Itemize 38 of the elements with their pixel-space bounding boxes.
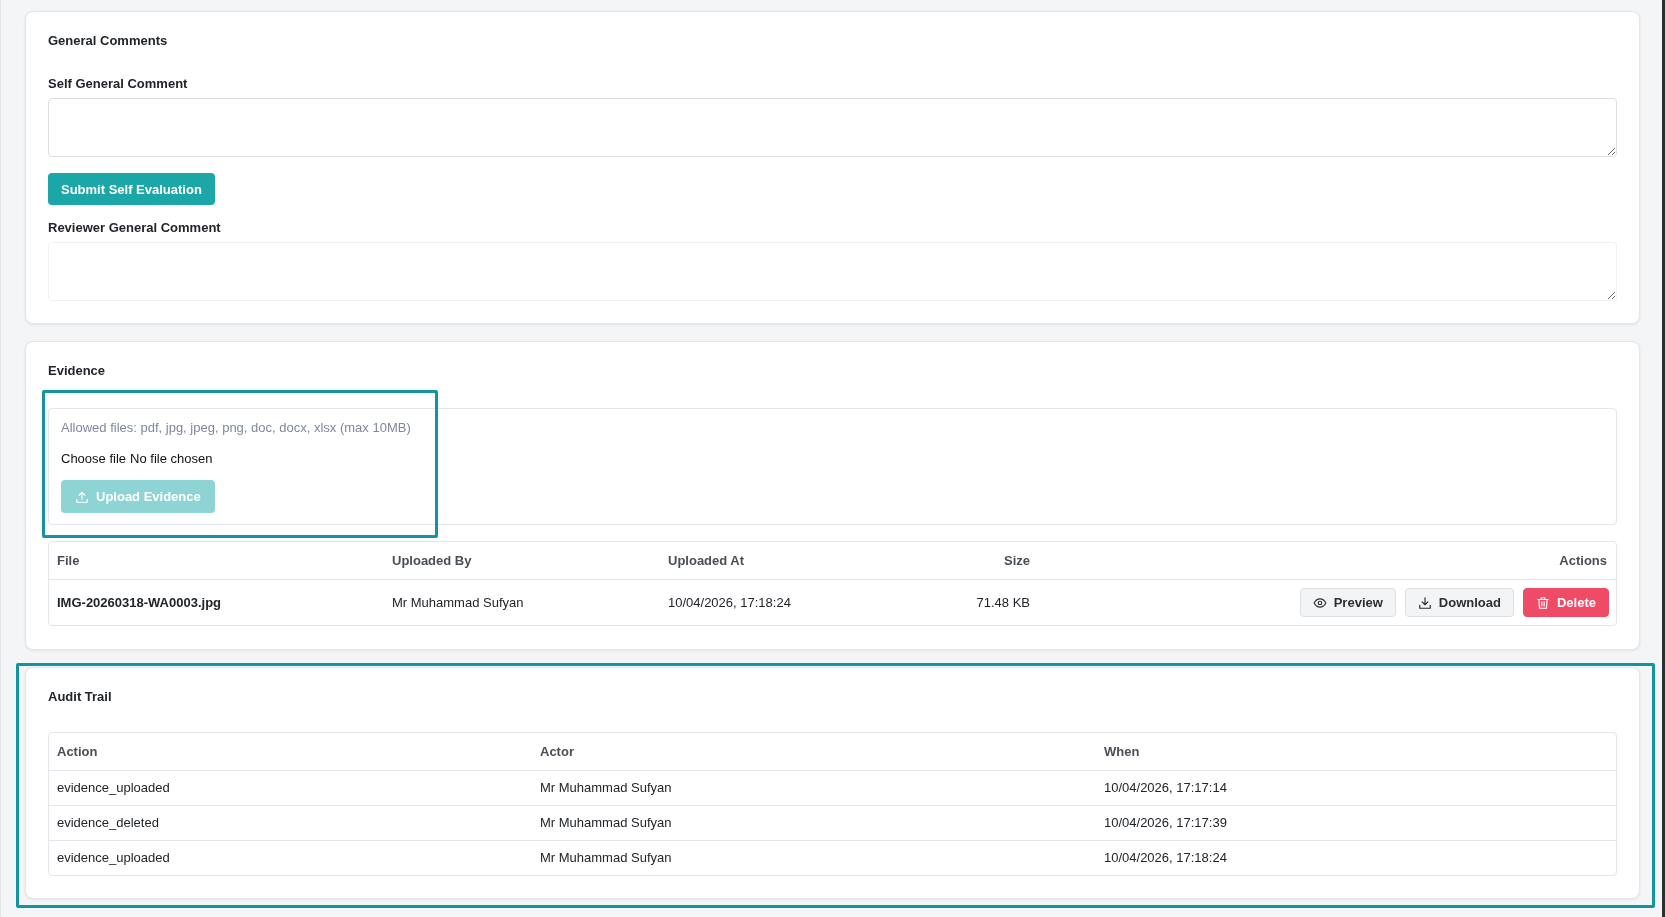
section-title: Audit Trail xyxy=(48,689,113,705)
preview-button[interactable]: Preview xyxy=(1299,588,1396,617)
table-cell-text: evidence_uploaded xyxy=(56,850,171,866)
table-cell-text: Mr Muhammad Sufyan xyxy=(539,780,673,796)
field-label: Self General Comment xyxy=(48,76,189,92)
table-cell-text: Mr Muhammad Sufyan xyxy=(539,850,673,866)
comment-field[interactable] xyxy=(48,98,1617,157)
column-header: When xyxy=(1103,743,1141,760)
file-status-text: No file chosen xyxy=(130,451,213,467)
column-header: Uploaded By xyxy=(391,552,473,569)
column-header: Action xyxy=(56,743,99,760)
section-title: Evidence xyxy=(48,363,107,379)
column-header: Actions xyxy=(1558,552,1608,569)
table-cell-text: evidence_deleted xyxy=(56,815,160,831)
table-cell-text: 10/04/2026, 17:18:24 xyxy=(1103,850,1228,866)
choose-file-button[interactable]: Choose file xyxy=(61,451,127,467)
download-icon xyxy=(1417,595,1432,610)
table-cell-text: 10/04/2026, 17:17:39 xyxy=(1103,815,1228,831)
trash-icon xyxy=(1535,595,1550,610)
comment-field[interactable] xyxy=(48,242,1617,301)
table-cell-text: evidence_uploaded xyxy=(56,780,171,796)
table-cell-text: 10/04/2026, 17:17:14 xyxy=(1103,780,1228,796)
table-cell-text: 71.48 KB xyxy=(975,594,1031,611)
column-header: Uploaded At xyxy=(667,552,746,569)
column-header: Actor xyxy=(539,743,575,760)
table-cell-text: IMG-20260318-WA0003.jpg xyxy=(56,594,223,611)
allowed-files-hint: Allowed files: pdf, jpg, jpeg, png, doc, docx, xlsx (max 10MB) xyxy=(61,420,412,436)
column-header: Size xyxy=(1003,552,1031,569)
column-header: File xyxy=(56,552,81,569)
download-button[interactable]: Download xyxy=(1404,588,1514,617)
table-cell-text: 10/04/2026, 17:18:24 xyxy=(667,594,792,611)
delete-button[interactable]: Delete xyxy=(1522,588,1609,617)
field-label: Reviewer General Comment xyxy=(48,220,222,236)
upload-icon xyxy=(75,489,89,504)
table-cell-text: Mr Muhammad Sufyan xyxy=(539,815,673,831)
eye-icon xyxy=(1312,595,1327,610)
section-title: General Comments xyxy=(48,33,169,49)
table-cell-text: Mr Muhammad Sufyan xyxy=(391,594,525,611)
